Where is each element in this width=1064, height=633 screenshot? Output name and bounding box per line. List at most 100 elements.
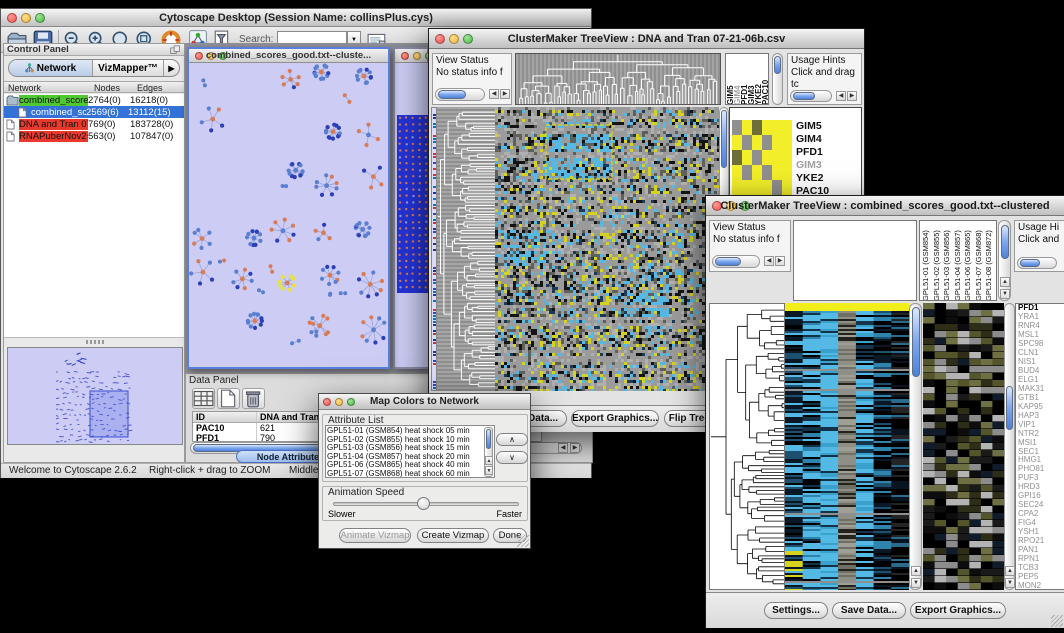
gene-label[interactable]: GIM5: [796, 120, 829, 133]
network2-titlebar[interactable]: [395, 49, 427, 63]
move-down-button[interactable]: ∨: [496, 451, 528, 464]
attribute-list[interactable]: GPL51-01 (GSM854) heat shock 05 minGPL51…: [325, 425, 495, 478]
view-status-scrollbar[interactable]: [435, 88, 485, 101]
tab-vizmapper[interactable]: VizMapper™: [93, 60, 164, 76]
matrix-cell[interactable]: [782, 135, 792, 150]
column-label[interactable]: YKE2: [754, 55, 761, 105]
attribute-list-item[interactable]: GPL51-01 (GSM854) heat shock 05 min: [327, 427, 483, 436]
network-list-row[interactable]: combined_scores_2764(0)16218(0): [4, 94, 184, 106]
gene-label[interactable]: MAK31: [1018, 385, 1064, 394]
column-labels-vscrollbar[interactable]: ▲ ▼: [998, 220, 1011, 301]
scroll-down-icon[interactable]: ▼: [485, 466, 493, 475]
scroll-thumb[interactable]: [1001, 225, 1009, 259]
scroll-left-icon[interactable]: ◀: [764, 256, 774, 266]
column-label[interactable]: GIM5: [726, 55, 733, 105]
scroll-thumb[interactable]: [1006, 386, 1013, 430]
tab-overflow-arrow[interactable]: ▶: [164, 60, 179, 76]
gene-label[interactable]: HAP3: [1018, 412, 1064, 421]
scroll-thumb[interactable]: [774, 56, 781, 74]
gene-label[interactable]: GPI16: [1018, 492, 1064, 501]
export-graphics-button[interactable]: Export Graphics...: [910, 602, 1006, 619]
matrix-cell[interactable]: [762, 150, 772, 165]
gene-label[interactable]: CLN1: [1018, 349, 1064, 358]
gene-label[interactable]: GIM3: [796, 159, 829, 172]
gene-label[interactable]: GTB1: [1018, 394, 1064, 403]
matrix-cell[interactable]: [742, 180, 752, 195]
main-titlebar[interactable]: Cytoscape Desktop (Session Name: collins…: [1, 9, 591, 27]
table-icon[interactable]: [192, 388, 215, 409]
scroll-thumb[interactable]: [721, 110, 727, 168]
column-label[interactable]: PFD1: [740, 55, 747, 105]
column-dendrogram[interactable]: [515, 53, 721, 105]
matrix-cell[interactable]: [772, 150, 782, 165]
close-icon[interactable]: [401, 52, 409, 60]
scroll-thumb[interactable]: [1020, 259, 1040, 267]
scroll-thumb[interactable]: [438, 90, 466, 99]
gene-label[interactable]: NIS1: [1018, 358, 1064, 367]
gene-label[interactable]: SPC98: [1018, 340, 1064, 349]
gene-label[interactable]: SEC24: [1018, 501, 1064, 510]
matrix-cell[interactable]: [742, 120, 752, 135]
attribute-list-item[interactable]: GPL51-03 (GSM856) heat shock 15 min: [327, 444, 483, 453]
matrix-cell[interactable]: [732, 165, 742, 180]
attribute-list-item[interactable]: GPL51-06 (GSM865) heat shock 40 min: [327, 461, 483, 470]
scroll-down-icon[interactable]: ▼: [1000, 289, 1010, 299]
matrix-cell[interactable]: [752, 120, 762, 135]
gene-label[interactable]: YRA1: [1018, 313, 1064, 322]
matrix-cell[interactable]: [732, 180, 742, 195]
matrix-cell[interactable]: [752, 165, 762, 180]
settings-button[interactable]: Settings...: [764, 602, 828, 619]
float-panel-icon[interactable]: [170, 45, 181, 55]
matrix-cell[interactable]: [782, 180, 792, 195]
column-label[interactable]: GPL51-02 (GSM855): [932, 222, 943, 301]
gene-list-vscrollbar[interactable]: ▲ ▼: [1004, 303, 1015, 590]
gene-label[interactable]: MON2: [1018, 582, 1064, 590]
save-data-button[interactable]: Save Data...: [832, 602, 906, 619]
gene-label[interactable]: MSI1: [1018, 439, 1064, 448]
matrix-cell[interactable]: [762, 120, 772, 135]
export-graphics-button[interactable]: Export Graphics...: [571, 410, 659, 427]
scroll-up-icon[interactable]: ▲: [1000, 277, 1010, 287]
speed-slider-thumb[interactable]: [417, 497, 430, 510]
matrix-cell[interactable]: [732, 120, 742, 135]
gene-label[interactable]: YSH1: [1018, 528, 1064, 537]
matrix-cell[interactable]: [772, 135, 782, 150]
dialog-titlebar[interactable]: Map Colors to Network: [319, 394, 530, 410]
column-label[interactable]: GPL51-06 (GSM865): [963, 222, 974, 301]
usage-hints-scrollbar[interactable]: [1017, 257, 1057, 269]
column-label[interactable]: GPL51-01 (GSM854): [921, 222, 932, 301]
matrix-cell[interactable]: [762, 165, 772, 180]
gene-label[interactable]: HRD3: [1018, 483, 1064, 492]
gene-label[interactable]: BUD4: [1018, 367, 1064, 376]
matrix-cell[interactable]: [752, 150, 762, 165]
scroll-down-icon[interactable]: ▼: [911, 578, 921, 588]
column-label[interactable]: GPL51-08 (GSM872): [984, 222, 995, 301]
gene-label[interactable]: HMG1: [1018, 456, 1064, 465]
scroll-left-icon[interactable]: ◀: [836, 91, 846, 101]
network-list-row[interactable]: DNA and Tran 07769(0)183728(0): [4, 118, 184, 130]
column-label[interactable]: GPL51-04 (GSM857): [953, 222, 964, 301]
attribute-list-item[interactable]: GPL51-02 (GSM855) heat shock 10 min: [327, 436, 483, 445]
usage-hints-scrollbar[interactable]: [790, 90, 832, 102]
scroll-thumb[interactable]: [486, 429, 491, 449]
matrix-cell[interactable]: [782, 120, 792, 135]
tab-network[interactable]: Network: [9, 60, 93, 76]
scroll-right-icon[interactable]: ▶: [775, 256, 785, 266]
resize-grip[interactable]: [517, 535, 529, 547]
scroll-right-icon[interactable]: ▶: [500, 89, 510, 99]
gene-label[interactable]: NTR2: [1018, 430, 1064, 439]
gene-label[interactable]: CPA2: [1018, 510, 1064, 519]
treeview1-titlebar[interactable]: ClusterMaker TreeView : DNA and Tran 07-…: [429, 29, 864, 49]
gene-label[interactable]: TCB3: [1018, 564, 1064, 573]
gene-label[interactable]: PAN1: [1018, 546, 1064, 555]
matrix-cell[interactable]: [752, 135, 762, 150]
scroll-right-icon[interactable]: ▶: [847, 91, 857, 101]
column-label[interactable]: PAC10: [761, 55, 768, 105]
animate-vizmap-button[interactable]: Animate Vizmap: [339, 528, 411, 543]
view-status-scrollbar[interactable]: [712, 255, 760, 268]
gene-label[interactable]: YKE2: [796, 172, 829, 185]
matrix-cell[interactable]: [772, 165, 782, 180]
panel-divider-handle[interactable]: [86, 340, 104, 344]
column-label[interactable]: GIM4: [733, 55, 740, 105]
scroll-thumb[interactable]: [912, 307, 920, 377]
